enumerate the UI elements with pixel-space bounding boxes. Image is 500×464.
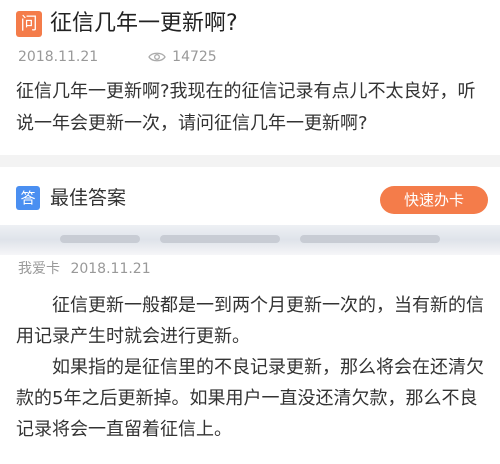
- section-divider: [0, 155, 500, 167]
- view-count: 14725: [172, 49, 217, 65]
- quick-apply-card-button[interactable]: 快速办卡: [380, 186, 488, 214]
- answer-meta: 我爱卡 2018.11.21: [18, 258, 151, 278]
- question-badge: 问: [16, 11, 42, 37]
- answer-date: 2018.11.21: [70, 261, 151, 277]
- eye-icon: [148, 51, 166, 63]
- question-card: 问 征信几年一更新啊? 2018.11.21 14725 征信几年一更新啊?我现…: [0, 0, 500, 155]
- question-title: 征信几年一更新啊?: [50, 11, 238, 36]
- blurred-text-block: [160, 235, 280, 243]
- question-title-row: 问 征信几年一更新啊?: [16, 9, 238, 39]
- question-date: 2018.11.21: [18, 49, 99, 65]
- blurred-text-block: [60, 235, 140, 243]
- answer-author[interactable]: 我爱卡: [18, 261, 60, 277]
- answer-badge: 答: [16, 186, 40, 210]
- answer-paragraph: 如果指的是征信里的不良记录更新，那么将会在还清欠款的5年之后更新掉。如果用户一直…: [16, 357, 484, 440]
- answer-header: 答 最佳答案 快速办卡: [0, 167, 500, 225]
- blurred-banner: [0, 225, 500, 255]
- answer-paragraph: 征信更新一般都是一到两个月更新一次的，当有新的信用记录产生时就会进行更新。: [16, 295, 484, 347]
- answer-body: 征信更新一般都是一到两个月更新一次的，当有新的信用记录产生时就会进行更新。 如果…: [16, 290, 490, 445]
- question-body: 征信几年一更新啊?我现在的征信记录有点儿不太良好，听说一年会更新一次，请问征信几…: [16, 81, 476, 134]
- answer-title: 最佳答案: [50, 187, 127, 209]
- question-meta: 2018.11.21 14725: [18, 49, 217, 65]
- blurred-text-block: [300, 235, 440, 243]
